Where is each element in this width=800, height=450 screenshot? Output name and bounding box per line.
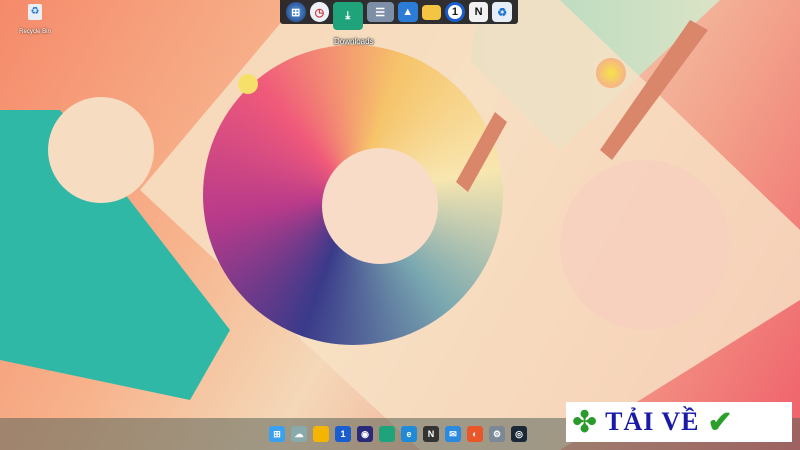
- mail-icon: ✉: [449, 428, 457, 439]
- watermark-text: TẢI VỀ: [605, 407, 700, 436]
- taskbar-1password-button[interactable]: 1: [335, 426, 351, 442]
- dock-hover-label: Downloads: [334, 37, 374, 46]
- desktop-icon-label: Recycle Bin: [19, 29, 51, 35]
- desktop-wallpaper: [0, 0, 800, 450]
- watermark-logo: ✤ TẢI VỀ ✔: [566, 402, 792, 442]
- 1password-icon[interactable]: 1: [445, 2, 465, 22]
- taskbar-notion-button[interactable]: N: [423, 426, 439, 442]
- recycle-bin-icon: ♻: [28, 4, 42, 20]
- clock-icon[interactable]: ◷: [309, 2, 330, 22]
- notion-icon: N: [427, 429, 435, 439]
- wallpaper-inner-circle: [322, 148, 438, 264]
- windows-orb-icon[interactable]: ⊞: [286, 2, 306, 22]
- clover-icon: ✤: [572, 405, 598, 439]
- wallpaper-yellow-dot: [238, 74, 258, 94]
- check-icon: ✔: [707, 405, 733, 439]
- recycle-bin-icon[interactable]: ♻: [492, 2, 512, 22]
- edge-icon: e: [406, 429, 412, 439]
- weather-icon: ☁: [294, 428, 304, 439]
- top-dock: ⊞ ◷ ⤓ ☰ ▲ 1 N ♻: [280, 0, 518, 30]
- taskbar-weather-button[interactable]: ☁: [291, 426, 307, 442]
- steam-icon: ◎: [515, 428, 523, 439]
- taskbar-settings-button[interactable]: ⚙: [489, 426, 505, 442]
- taskbar-steam-button[interactable]: ◎: [511, 426, 527, 442]
- taskbar-app-button[interactable]: ◉: [357, 426, 373, 442]
- desktop-icon-recycle-bin[interactable]: ♻ Recycle Bin: [18, 4, 52, 38]
- gear-icon: ⚙: [492, 428, 502, 439]
- 1password-icon: 1: [340, 429, 346, 439]
- taskbar-downloads-button[interactable]: [379, 426, 395, 442]
- notion-icon[interactable]: N: [468, 2, 489, 22]
- documents-folder-icon[interactable]: ☰: [366, 2, 394, 22]
- wallpaper-right-circle: [560, 160, 730, 330]
- windows-icon: ⊞: [273, 428, 281, 439]
- taskbar-edge-button[interactable]: e: [401, 426, 417, 442]
- taskbar-file-explorer-button[interactable]: [313, 426, 329, 442]
- taskbar-mail-button[interactable]: ✉: [445, 426, 461, 442]
- app-icon: ◉: [361, 428, 369, 439]
- wallpaper-sun-dot: [596, 58, 626, 88]
- taskbar-firefox-button[interactable]: ◐: [467, 426, 483, 442]
- pictures-folder-icon[interactable]: ▲: [397, 2, 418, 22]
- downloads-folder-icon[interactable]: ⤓: [333, 2, 363, 30]
- wallpaper-left-circle: [48, 97, 154, 203]
- taskbar-start-button[interactable]: ⊞: [269, 426, 285, 442]
- firefox-icon: ◐: [472, 429, 478, 439]
- folder-icon[interactable]: [421, 4, 442, 20]
